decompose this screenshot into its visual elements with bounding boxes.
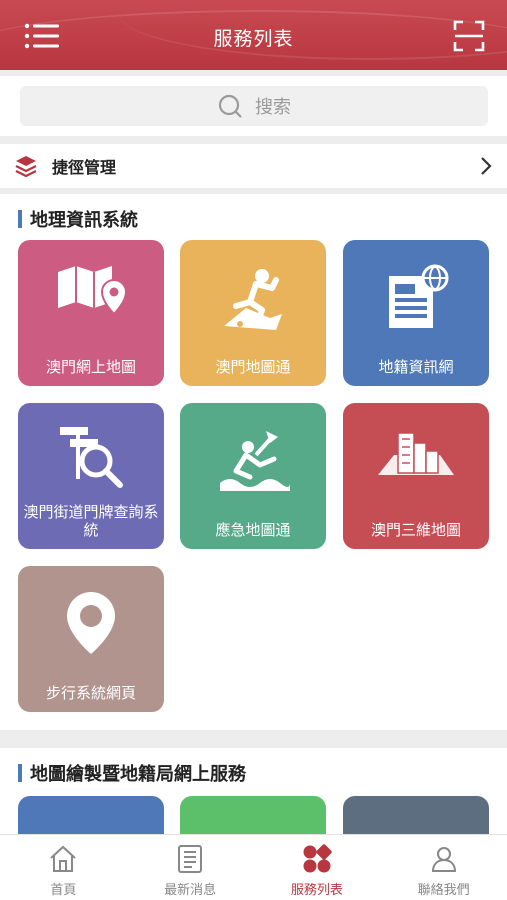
tile-street-number-query[interactable]: 澳門街道門牌查詢系統 — [18, 403, 164, 549]
app-header: 服務列表 — [0, 0, 507, 70]
street-search-icon — [60, 427, 123, 488]
section-bar — [18, 210, 22, 228]
section-online-services: 地圖繪製暨地籍局網上服務 — [0, 748, 507, 834]
tile-3d-map[interactable]: 澳門三維地圖 — [343, 403, 489, 549]
tile-macao-map-app[interactable]: 澳門地圖通 — [180, 240, 326, 386]
emergency-icon — [220, 431, 290, 491]
section-gis: 地理資訊系統 澳門網上地圖 澳門地圖通 地籍資訊網 澳門街道門牌查詢系統 應急地… — [0, 194, 507, 730]
map-pin-icon — [58, 266, 128, 316]
tile-label: 澳門街道門牌查詢系統 — [23, 503, 159, 539]
tile-label: 澳門三維地圖 — [370, 521, 461, 539]
tile-label: 步行系統網頁 — [45, 684, 136, 702]
location-pin-icon — [67, 592, 115, 654]
tile-label: 澳門地圖通 — [215, 358, 291, 376]
home-icon — [50, 845, 77, 872]
tile-service-2[interactable] — [180, 796, 326, 834]
news-icon — [178, 845, 203, 873]
runner-icon — [224, 269, 282, 330]
shortcut-management-row[interactable]: 捷徑管理 — [0, 144, 507, 188]
tile-service-3[interactable] — [343, 796, 489, 834]
nav-contact[interactable]: 聯絡我們 — [380, 835, 507, 900]
layers-icon — [15, 156, 37, 178]
scan-button[interactable] — [453, 20, 485, 52]
city-3d-icon — [378, 432, 454, 475]
bottom-navigation: 首頁 最新消息 服務列表 聯絡我們 — [0, 834, 507, 900]
contact-icon — [431, 847, 456, 872]
tile-cadastral-info[interactable]: 地籍資訊網 — [343, 240, 489, 386]
tile-macao-online-map[interactable]: 澳門網上地圖 — [18, 240, 164, 386]
section-title: 地理資訊系統 — [18, 206, 138, 232]
tile-label: 澳門網上地圖 — [45, 358, 136, 376]
search-placeholder: 搜索 — [255, 97, 291, 118]
tile-label: 應急地圖通 — [215, 521, 291, 539]
nav-news[interactable]: 最新消息 — [127, 835, 254, 900]
search-bar: 搜索 — [0, 76, 507, 136]
search-input[interactable]: 搜索 — [20, 86, 488, 126]
document-globe-icon — [389, 264, 449, 328]
search-icon — [218, 94, 242, 118]
tile-emergency-map[interactable]: 應急地圖通 — [180, 403, 326, 549]
nav-services[interactable]: 服務列表 — [254, 835, 381, 900]
nav-home[interactable]: 首頁 — [0, 835, 127, 900]
section-bar — [18, 764, 22, 782]
tile-label: 地籍資訊網 — [378, 358, 454, 376]
tile-service-1[interactable] — [18, 796, 164, 834]
shortcut-label: 捷徑管理 — [52, 158, 117, 177]
tile-walking-system[interactable]: 步行系統網頁 — [18, 566, 164, 712]
services-icon — [303, 844, 332, 873]
scan-icon — [453, 20, 485, 52]
chevron-right-icon — [481, 157, 492, 175]
page-title: 服務列表 — [213, 28, 294, 50]
section-title: 地圖繪製暨地籍局網上服務 — [18, 760, 246, 786]
